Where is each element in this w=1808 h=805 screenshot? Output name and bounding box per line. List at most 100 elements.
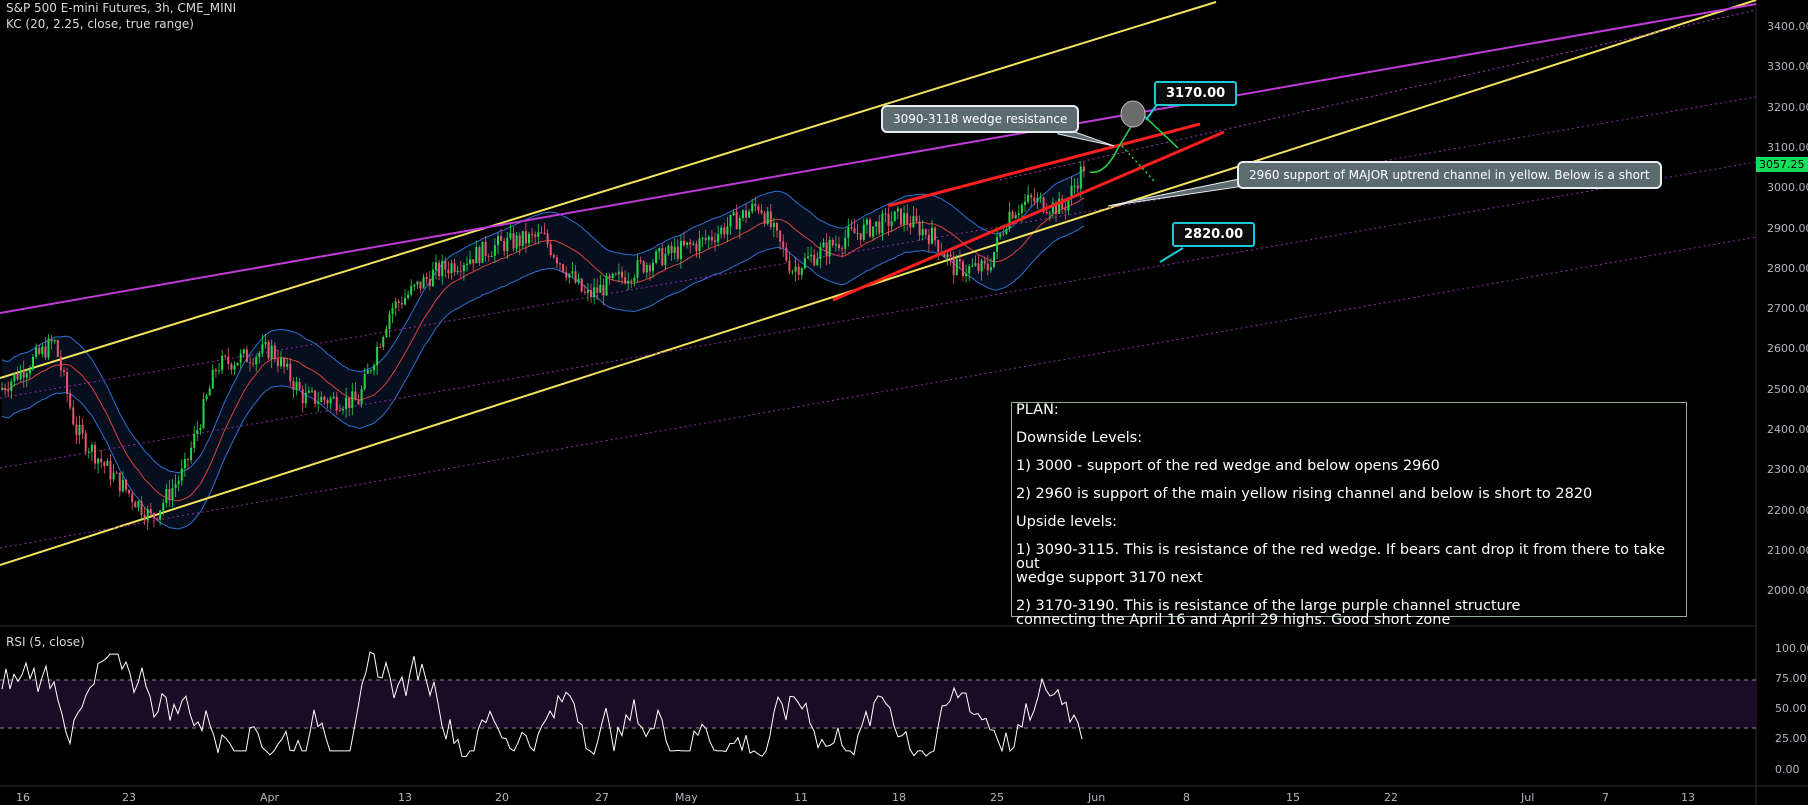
candle-body [28,369,31,374]
candle-body [803,258,806,269]
candle-body [224,355,227,357]
candle-body [56,340,59,357]
candle-body [469,259,472,264]
candle-body [859,233,862,240]
target-ellipse[interactable] [1120,100,1146,128]
candle-body [608,275,611,279]
candle-body [100,458,103,463]
candle-body [918,221,921,236]
candle-body [704,237,707,241]
candle-body [466,263,468,265]
candle-body [1,388,3,390]
candle-body [869,219,871,237]
candle-body [78,424,81,436]
chart-title: S&P 500 E-mini Futures, 3h, CME_MINI [6,1,237,15]
candle-body [280,358,282,367]
candle-body [472,259,475,264]
rsi-title[interactable]: RSI (5, close) [6,635,85,649]
candle-body [912,215,915,228]
candle-body [841,248,844,250]
candle-body [137,501,140,508]
candle-body [1079,166,1082,189]
candle-body [807,256,809,259]
candle-body [875,221,878,227]
target-up-label[interactable]: 3170.00 [1154,81,1238,106]
candle-body [974,263,977,266]
candle-body [97,458,100,464]
candle-body [515,235,518,249]
price-axis-label: 3100.00 [1767,140,1808,154]
candle-body [596,287,599,293]
target-down-label[interactable]: 2820.00 [1172,222,1256,247]
candle-body [180,468,183,481]
rsi-axis-label: 0.00 [1775,763,1800,776]
plan-upside-1b: wedge support 3170 next [1016,570,1203,586]
candle-body [949,254,952,257]
keltner-fill [2,169,1084,530]
candle-body [221,355,224,371]
candle-body [1064,208,1067,211]
candle-body [707,236,710,241]
candle-body [261,344,264,354]
candle-body [208,388,211,396]
candle-body [484,241,487,256]
candle-body [351,391,354,408]
major-support-callout[interactable]: 2960 support of MAJOR uptrend channel in… [1237,161,1662,189]
wedge-resistance-callout[interactable]: 3090-3118 wedge resistance [881,105,1080,133]
candle-body [518,235,521,246]
price-axis-label: 2900.00 [1767,221,1808,235]
candle-body [326,400,329,404]
candle-body [624,277,627,284]
candle-body [769,211,772,228]
candle-body [509,233,512,238]
candle-body [258,353,261,357]
candle-body [314,390,317,404]
candle-body [196,430,199,434]
candle-body [1005,228,1008,234]
price-axis-label: 3000.00 [1767,181,1808,195]
candle-body [270,345,273,359]
candle-body [528,233,530,244]
candle-body [1030,195,1033,198]
candle-body [1008,211,1011,229]
candle-body [230,363,233,370]
candle-body [1024,201,1026,205]
candle-body [10,381,13,391]
candle-body [714,240,716,243]
candle-body [90,444,93,452]
plan-title: PLAN: [1016,402,1059,418]
candle-body [748,211,751,218]
candle-body [565,271,568,278]
candle-body [701,237,704,239]
candle-body [456,270,459,273]
yellow-channel-upper[interactable] [0,1,1217,379]
candle-body [962,261,964,276]
purple-channel-upper[interactable] [0,3,1757,314]
candle-body [4,388,7,391]
candle-body [900,208,902,225]
candle-body [1014,214,1017,219]
candle-body [909,223,912,228]
candle-body [177,480,180,485]
candle-body [667,245,670,254]
candle-body [738,218,741,230]
rsi-band [0,680,1756,728]
candle-body [797,266,800,275]
candle-body [134,502,137,508]
candle-body [453,263,456,273]
candle-body [614,273,617,275]
candle-body [717,233,720,243]
indicator-label[interactable]: KC (20, 2.25, close, true range) [6,17,194,31]
price-axis-label: 2700.00 [1767,302,1808,316]
plan-note[interactable]: PLAN: Downside Levels: 1) 3000 - support… [1011,402,1687,627]
candle-body [850,227,853,229]
candle-body [537,232,540,237]
price-axis-label: 2400.00 [1767,423,1808,436]
candle-body [720,227,723,234]
candle-body [16,373,19,380]
candle-body [943,253,946,258]
candle-body [404,297,406,305]
candle-body [128,489,131,494]
price-axis-label: 2500.00 [1767,382,1808,396]
candle-body [388,313,391,329]
